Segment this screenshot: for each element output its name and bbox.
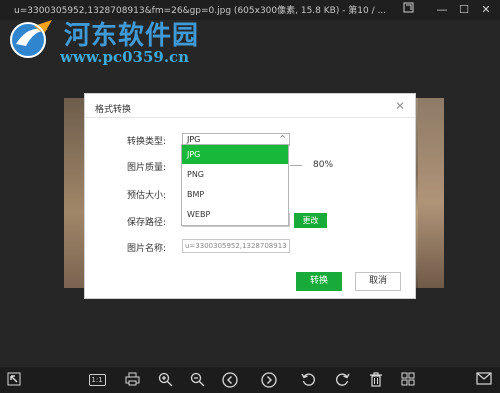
format-select-value: JPG [187,135,201,144]
format-option-jpg[interactable]: JPG [182,145,288,164]
dialog-title: 格式转换 [95,105,132,115]
rotate-left-icon[interactable] [298,371,318,389]
cancel-button[interactable]: 取消 [355,272,401,291]
convert-button[interactable]: 转换 [296,272,342,291]
watermark-title: 河东软件园 [64,21,200,51]
quality-slider[interactable] [290,165,302,166]
change-path-button[interactable]: 更改 [294,213,327,228]
watermark-url: www.pc0359.cn [60,48,190,66]
mail-icon[interactable] [474,371,494,389]
path-label: 保存路径: [127,218,167,228]
image-preview-edge-left [64,98,86,288]
actual-size-button[interactable]: 1:1 [87,371,107,389]
print-icon[interactable] [122,371,142,389]
format-option-png[interactable]: PNG [182,165,288,184]
previous-image-icon[interactable] [220,371,240,389]
format-dropdown-list: JPG PNG BMP WEBP [181,144,289,226]
zoom-in-icon[interactable] [155,371,175,389]
pin-icon[interactable] [400,2,416,18]
next-image-icon[interactable] [259,371,279,389]
dialog-close-button[interactable]: ✕ [393,99,407,113]
image-name-input[interactable]: u=3300305952,1328708913 [182,239,290,253]
format-option-bmp[interactable]: BMP [182,185,288,204]
size-label: 预估大小: [127,191,167,201]
minimize-button[interactable]: — [434,2,450,18]
format-option-webp[interactable]: WEBP [182,205,288,224]
watermark-logo-icon [4,16,60,60]
cursor-select-icon[interactable] [4,371,24,389]
maximize-button[interactable]: ☐ [456,2,472,18]
quality-value: 80% [313,160,334,170]
delete-icon[interactable] [366,371,386,389]
format-label: 转换类型: [127,137,167,147]
zoom-out-icon[interactable] [187,371,207,389]
quality-label: 图片质量: [127,163,167,173]
thumbnails-grid-icon[interactable] [398,371,418,389]
chevron-up-icon: ^ [279,134,286,143]
dialog-divider [85,117,415,118]
image-preview-edge-right [418,98,444,288]
close-button[interactable]: ✕ [478,2,494,18]
rotate-right-icon[interactable] [332,371,352,389]
actual-size-label: 1:1 [88,374,106,386]
bottom-toolbar: 1:1 [0,367,500,393]
name-label: 图片名称: [127,244,167,254]
